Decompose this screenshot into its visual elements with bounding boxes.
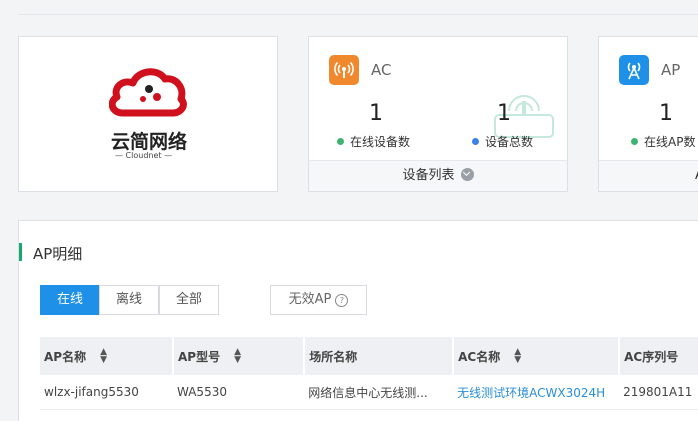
chevron-down-icon (460, 168, 474, 181)
sort-icon[interactable]: ▲ ▼ (100, 347, 107, 364)
cell-ac-serial: 219801A11 (619, 375, 698, 410)
column-ap-model[interactable]: AP型号 ▲ ▼ (173, 337, 306, 375)
table-row: wlzx-jifang5530 WA5530 网络信息中心无线测... 无线测试… (40, 375, 698, 410)
column-ap-name[interactable]: AP名称 ▲ ▼ (40, 337, 175, 375)
ac-online-count: 1 (369, 101, 383, 126)
column-ac-name[interactable]: AC名称 ▲ ▼ (453, 337, 621, 375)
column-site-name: 场所名称 (304, 337, 455, 375)
top-divider (18, 14, 698, 15)
tab-online[interactable]: 在线 (40, 285, 100, 315)
ac-online-label: 在线设备数 (350, 135, 411, 149)
cell-site-name: 网络信息中心无线测... (304, 375, 454, 410)
online-dot (337, 138, 344, 145)
ac-summary-card: AC 1 1 在线设备数 设备总数 设备列表 (308, 36, 568, 192)
ac-total-stat: 设备总数 (472, 133, 533, 150)
ap-online-label: 在线AP数 (644, 135, 696, 149)
ac-online-stat: 在线设备数 (337, 133, 410, 150)
logo-english-text: — Cloudnet — (115, 151, 173, 160)
ac-total-label: 设备总数 (485, 135, 534, 149)
tab-all[interactable]: 全部 (159, 285, 219, 315)
cell-ap-name: wlzx-jifang5530 (40, 375, 174, 410)
invalid-ap-label: 无效AP (288, 292, 332, 307)
logo-chinese-text: 云简网络 (111, 131, 188, 153)
invalid-ap-button[interactable]: 无效AP? (270, 285, 367, 315)
section-title: AP明细 (33, 245, 83, 263)
ac-card-label: AC (371, 61, 392, 79)
online-dot (631, 138, 638, 145)
total-dot (472, 138, 479, 145)
ac-total-count: 1 (497, 101, 511, 126)
ap-device-list-toggle[interactable]: A (599, 160, 698, 191)
ap-table: AP名称 ▲ ▼ AP型号 ▲ ▼ 场所名称 AC名称 ▲ ▼ AC序列号 wlzx-jif… (40, 337, 698, 410)
section-accent-bar (19, 243, 22, 261)
logo-card: 云简网络 — Cloudnet — (18, 36, 278, 192)
device-list-label: 设备列表 (402, 168, 455, 183)
table-header-row: AP名称 ▲ ▼ AP型号 ▲ ▼ 场所名称 AC名称 ▲ ▼ AC序列号 (40, 337, 698, 375)
sort-icon[interactable]: ▲ ▼ (234, 347, 241, 364)
cell-ap-model: WA5530 (173, 375, 305, 410)
ac-device-list-toggle[interactable]: 设备列表 (309, 160, 567, 191)
ap-online-count: 1 (659, 101, 673, 126)
ac-wireless-icon (329, 55, 359, 85)
ap-card-label: AP (661, 61, 681, 79)
ap-antenna-icon (619, 55, 649, 85)
cell-ac-name-link[interactable]: 无线测试环境ACWX3024H (453, 375, 620, 410)
cloudnet-logo (108, 65, 189, 125)
help-icon: ? (335, 294, 349, 307)
ap-summary-card: AP 1 在线AP数 A (598, 36, 698, 192)
ap-detail-panel: AP明细 在线 离线 全部 无效AP? AP名称 ▲ ▼ AP型号 ▲ ▼ 场所名称 A… (18, 220, 698, 421)
sort-icon[interactable]: ▲ ▼ (514, 347, 521, 364)
ap-online-stat: 在线AP数 (631, 133, 695, 150)
column-ac-serial: AC序列号 (619, 337, 698, 375)
tab-offline[interactable]: 离线 (99, 285, 159, 315)
